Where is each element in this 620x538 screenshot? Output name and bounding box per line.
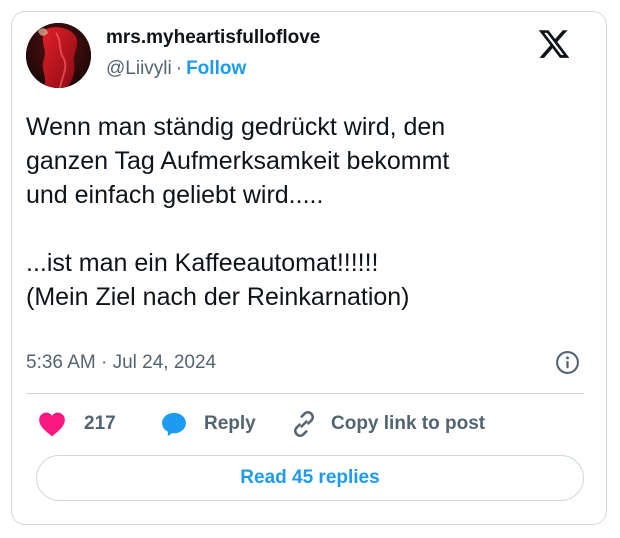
copy-link-label: Copy link to post [331, 413, 486, 434]
heart-icon [38, 411, 66, 437]
separator-dot: · [175, 58, 183, 79]
like-count: 217 [84, 413, 116, 434]
info-icon[interactable] [555, 350, 580, 375]
handle-row: @Liivyli · Follow [106, 58, 246, 80]
tweet-text: Wenn man ständig gedrückt wird, den ganz… [26, 110, 586, 314]
like-button[interactable]: 217 [38, 408, 116, 440]
link-icon [289, 409, 319, 439]
tweet-timestamp[interactable]: 5:36 AM · Jul 24, 2024 [26, 352, 216, 374]
tweet-line: (Mein Ziel nach der Reinkarnation) [26, 283, 410, 311]
speech-bubble-icon [160, 410, 188, 438]
tweet-line: Wenn man ständig gedrückt wird, den [26, 113, 446, 141]
avatar[interactable] [26, 23, 91, 88]
tweet-line: und einfach geliebt wird..... [26, 181, 324, 209]
tweet-line: ...ist man ein Kaffeeautomat!!!!!! [26, 249, 379, 277]
tweet-line-empty [26, 212, 586, 246]
user-handle[interactable]: @Liivyli [106, 58, 172, 79]
display-name[interactable]: mrs.myheartisfulloflove [106, 27, 320, 49]
x-logo-icon[interactable] [537, 27, 571, 61]
copy-link-button[interactable]: Copy link to post [289, 408, 485, 440]
reply-label: Reply [204, 413, 256, 434]
follow-button[interactable]: Follow [186, 58, 246, 79]
divider [26, 393, 584, 394]
tweet-line: ganzen Tag Aufmerksamkeit bekommt [26, 147, 450, 175]
read-replies-button[interactable]: Read 45 replies [36, 455, 584, 501]
reply-button[interactable]: Reply [160, 408, 256, 440]
